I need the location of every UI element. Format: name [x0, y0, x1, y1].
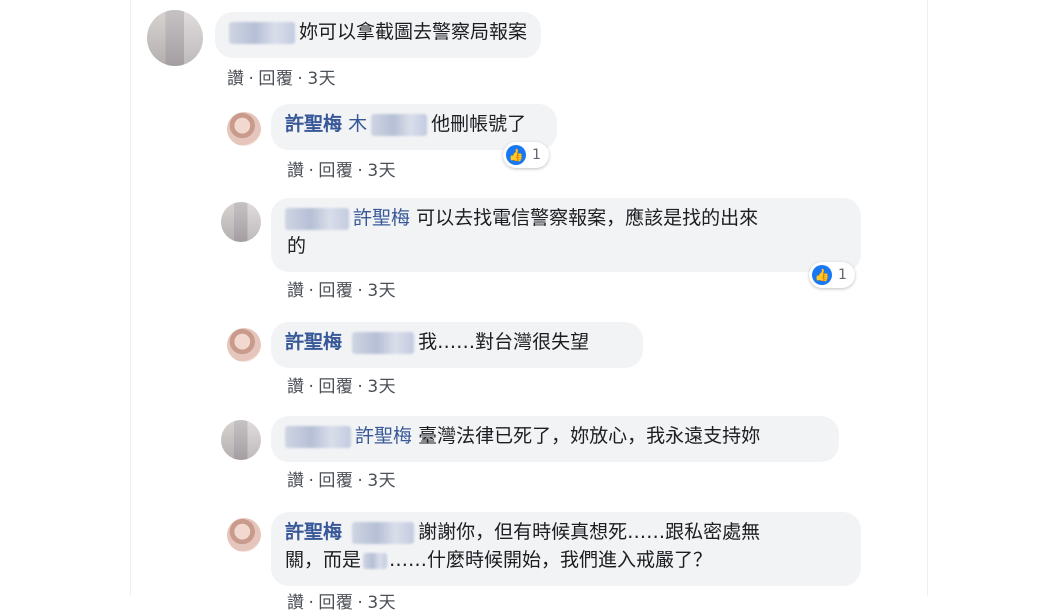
comment-panel: 妳可以拿截圖去警察局報案 讚 · 回覆 · 3天 許聖梅 木 他刪帳號了 👍 1 讚 · 回覆 ·…	[130, 0, 928, 613]
timestamp[interactable]: 3天	[367, 377, 396, 397]
reply-link[interactable]: 回覆	[318, 593, 353, 613]
reply-link[interactable]: 回覆	[318, 161, 353, 181]
like-link[interactable]: 讚	[227, 69, 245, 89]
avatar[interactable]	[227, 328, 261, 362]
blurred-name-tag[interactable]	[285, 207, 349, 230]
comment-bubble: 妳可以拿截圖去警察局報案	[215, 12, 542, 58]
mentioned-name[interactable]: 許聖梅	[355, 425, 412, 447]
mention-prefix: 木	[348, 113, 368, 135]
comment-text-line2: 的	[287, 235, 307, 257]
blurred-name-tag[interactable]	[285, 425, 351, 448]
like-link[interactable]: 讚	[287, 281, 305, 301]
commenter-name[interactable]: 許聖梅	[285, 113, 342, 135]
like-link[interactable]: 讚	[287, 161, 305, 181]
comment-text: 妳可以拿截圖去警察局報案	[299, 21, 528, 43]
comment-actions: 讚 · 回覆 · 3天	[287, 281, 397, 301]
blurred-mention[interactable]	[352, 521, 415, 544]
comment-actions: 讚 · 回覆 · 3天	[287, 471, 397, 491]
comment-bubble: 許聖梅 臺灣法律已死了，妳放心，我永遠支持妳	[271, 416, 839, 462]
blurred-mention[interactable]	[371, 113, 428, 136]
mentioned-name[interactable]: 許聖梅	[353, 207, 410, 229]
comment-bubble: 許聖梅 謝謝你，但有時候真想死……跟私密處無 關，而是 ……什麼時候開始，我們進入…	[271, 512, 861, 586]
reply-link[interactable]: 回覆	[318, 281, 353, 301]
like-link[interactable]: 讚	[287, 471, 305, 491]
comment-actions: 讚 · 回覆 · 3天	[287, 593, 397, 613]
avatar[interactable]	[147, 10, 203, 66]
avatar[interactable]	[227, 112, 261, 146]
comment-text: 他刪帳號了	[431, 113, 527, 135]
avatar[interactable]	[221, 420, 261, 460]
comment-actions: 讚 · 回覆 · 3天	[287, 377, 397, 397]
comment-text: 我……對台灣很失望	[418, 331, 590, 353]
comment-text: 可以去找電信警察報案，應該是找的出來	[416, 207, 759, 229]
comment-actions: 讚 · 回覆 · 3天	[287, 161, 397, 181]
avatar[interactable]	[221, 202, 261, 242]
like-link[interactable]: 讚	[287, 377, 305, 397]
timestamp[interactable]: 3天	[367, 593, 396, 613]
avatar[interactable]	[227, 518, 261, 552]
thumbs-up-icon: 👍	[812, 265, 832, 285]
comment-actions: 讚 · 回覆 · 3天	[227, 69, 337, 89]
comment-text-line2a: 關，而是	[285, 549, 362, 571]
thumbs-up-icon: 👍	[506, 145, 526, 165]
timestamp[interactable]: 3天	[367, 471, 396, 491]
comment-text: 謝謝你，但有時候真想死……跟私密處無	[418, 521, 761, 543]
blurred-mention[interactable]	[352, 331, 415, 354]
timestamp[interactable]: 3天	[367, 281, 396, 301]
commenter-name[interactable]: 許聖梅	[285, 331, 342, 353]
reply-link[interactable]: 回覆	[318, 377, 353, 397]
comment-bubble: 許聖梅 可以去找電信警察報案，應該是找的出來 的	[271, 198, 861, 272]
like-link[interactable]: 讚	[287, 593, 305, 613]
timestamp[interactable]: 3天	[367, 161, 396, 181]
reply-link[interactable]: 回覆	[258, 69, 293, 89]
blurred-name-tag[interactable]	[229, 21, 295, 44]
blurred-mention[interactable]	[363, 552, 388, 569]
reply-link[interactable]: 回覆	[318, 471, 353, 491]
comment-text: 臺灣法律已死了，妳放心，我永遠支持妳	[418, 425, 761, 447]
commenter-name[interactable]: 許聖梅	[285, 521, 342, 543]
comment-bubble: 許聖梅 我……對台灣很失望	[271, 322, 643, 368]
comment-text-line2b: ……什麼時候開始，我們進入戒嚴了？	[389, 549, 713, 571]
timestamp[interactable]: 3天	[307, 69, 336, 89]
reaction-count[interactable]: 👍 1	[503, 142, 549, 168]
reaction-count[interactable]: 👍 1	[809, 262, 855, 288]
